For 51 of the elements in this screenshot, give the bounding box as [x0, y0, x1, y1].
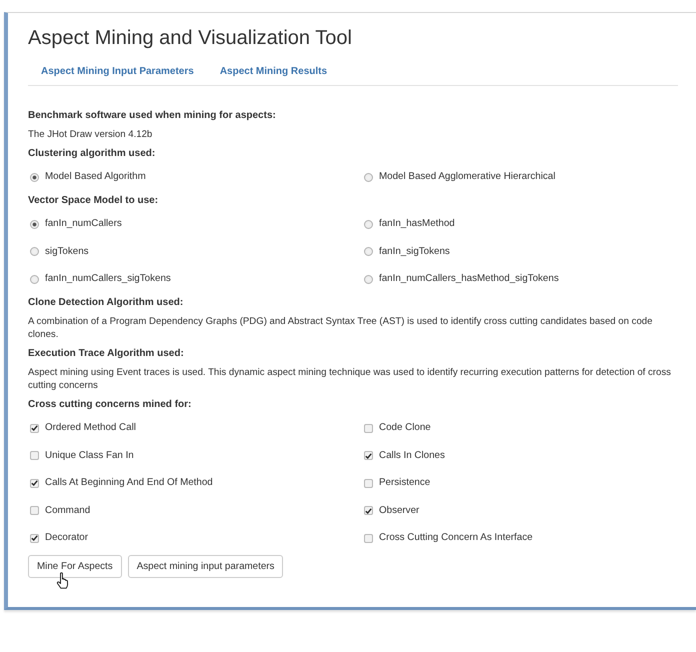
tab[interactable]: Aspect Mining Results [206, 56, 340, 85]
checkbox[interactable] [364, 534, 373, 542]
checkbox-label: Calls At Beginning And End Of Method [45, 476, 213, 490]
section-heading: Clone Detection Algorithm used: [28, 296, 184, 310]
radio-button[interactable] [364, 247, 373, 256]
section-heading: Execution Trace Algorithm used: [28, 347, 185, 361]
parameters-button[interactable]: Aspect mining input parameters [128, 555, 284, 578]
radio-button[interactable] [364, 172, 373, 182]
section-heading: Clustering algorithm used: [28, 147, 156, 161]
radio-button[interactable] [30, 274, 39, 284]
section-heading: Cross cutting concerns mined for: [28, 398, 192, 412]
hand-cursor-icon [56, 572, 69, 589]
checkbox-label: Cross Cutting Concern As Interface [379, 531, 533, 545]
checkbox[interactable] [30, 424, 39, 432]
radio-button[interactable] [364, 220, 373, 228]
checkbox[interactable] [30, 506, 39, 515]
checkbox-label: Persistence [379, 476, 430, 490]
checkbox[interactable] [364, 478, 373, 488]
radio-label: sigTokens [45, 244, 89, 258]
checkbox-label: Command [45, 504, 90, 518]
checkbox-label: Ordered Method Call [45, 421, 136, 435]
page-title: Aspect Mining and Visualization Tool [28, 26, 353, 50]
description-text: A combination of a Program Dependency Graphs (PDG) and Abstract Syntax Tree (AST) is used to identify cross cutting candidates based on code clones. [28, 315, 654, 341]
radio-label: fanIn_numCallers_hasMethod_sigTokens [379, 272, 559, 286]
mine-button[interactable]: Mine For Aspects [28, 555, 122, 578]
radio-label: Model Based Agglomerative Hierarchical [379, 170, 556, 184]
radio-label: fanIn_sigTokens [379, 244, 450, 258]
tab[interactable]: Aspect Mining Input Parameters [28, 56, 207, 85]
checkbox[interactable] [364, 424, 373, 432]
checkbox[interactable] [30, 534, 39, 542]
radio-label: fanIn_numCallers_sigTokens [45, 272, 171, 286]
radio-button[interactable] [30, 247, 39, 256]
radio-button[interactable] [30, 172, 39, 182]
checkbox-label: Calls In Clones [379, 448, 445, 462]
checkbox-label: Decorator [45, 531, 88, 545]
checkbox[interactable] [30, 451, 39, 460]
checkbox-label: Code Clone [379, 421, 431, 435]
radio-label: fanIn_numCallers [45, 217, 122, 231]
section-heading: Vector Space Model to use: [28, 194, 160, 208]
section-heading: Benchmark software used when mining for aspects: [28, 109, 277, 123]
radio-button[interactable] [30, 220, 39, 228]
checkbox[interactable] [364, 451, 373, 460]
checkbox[interactable] [364, 506, 373, 515]
description-text: The JHot Draw version 4.12b [28, 128, 154, 141]
checkbox-label: Observer [379, 504, 420, 518]
radio-button[interactable] [364, 274, 373, 284]
radio-label: Model Based Algorithm [45, 170, 146, 184]
checkbox[interactable] [30, 478, 39, 488]
description-text: Aspect mining using Event traces is used. This dynamic aspect mining technique was used to identify recurring execution patterns for detection of cross cutting concerns [28, 366, 672, 392]
checkbox-label: Unique Class Fan In [45, 448, 134, 462]
radio-label: fanIn_hasMethod [379, 217, 455, 231]
